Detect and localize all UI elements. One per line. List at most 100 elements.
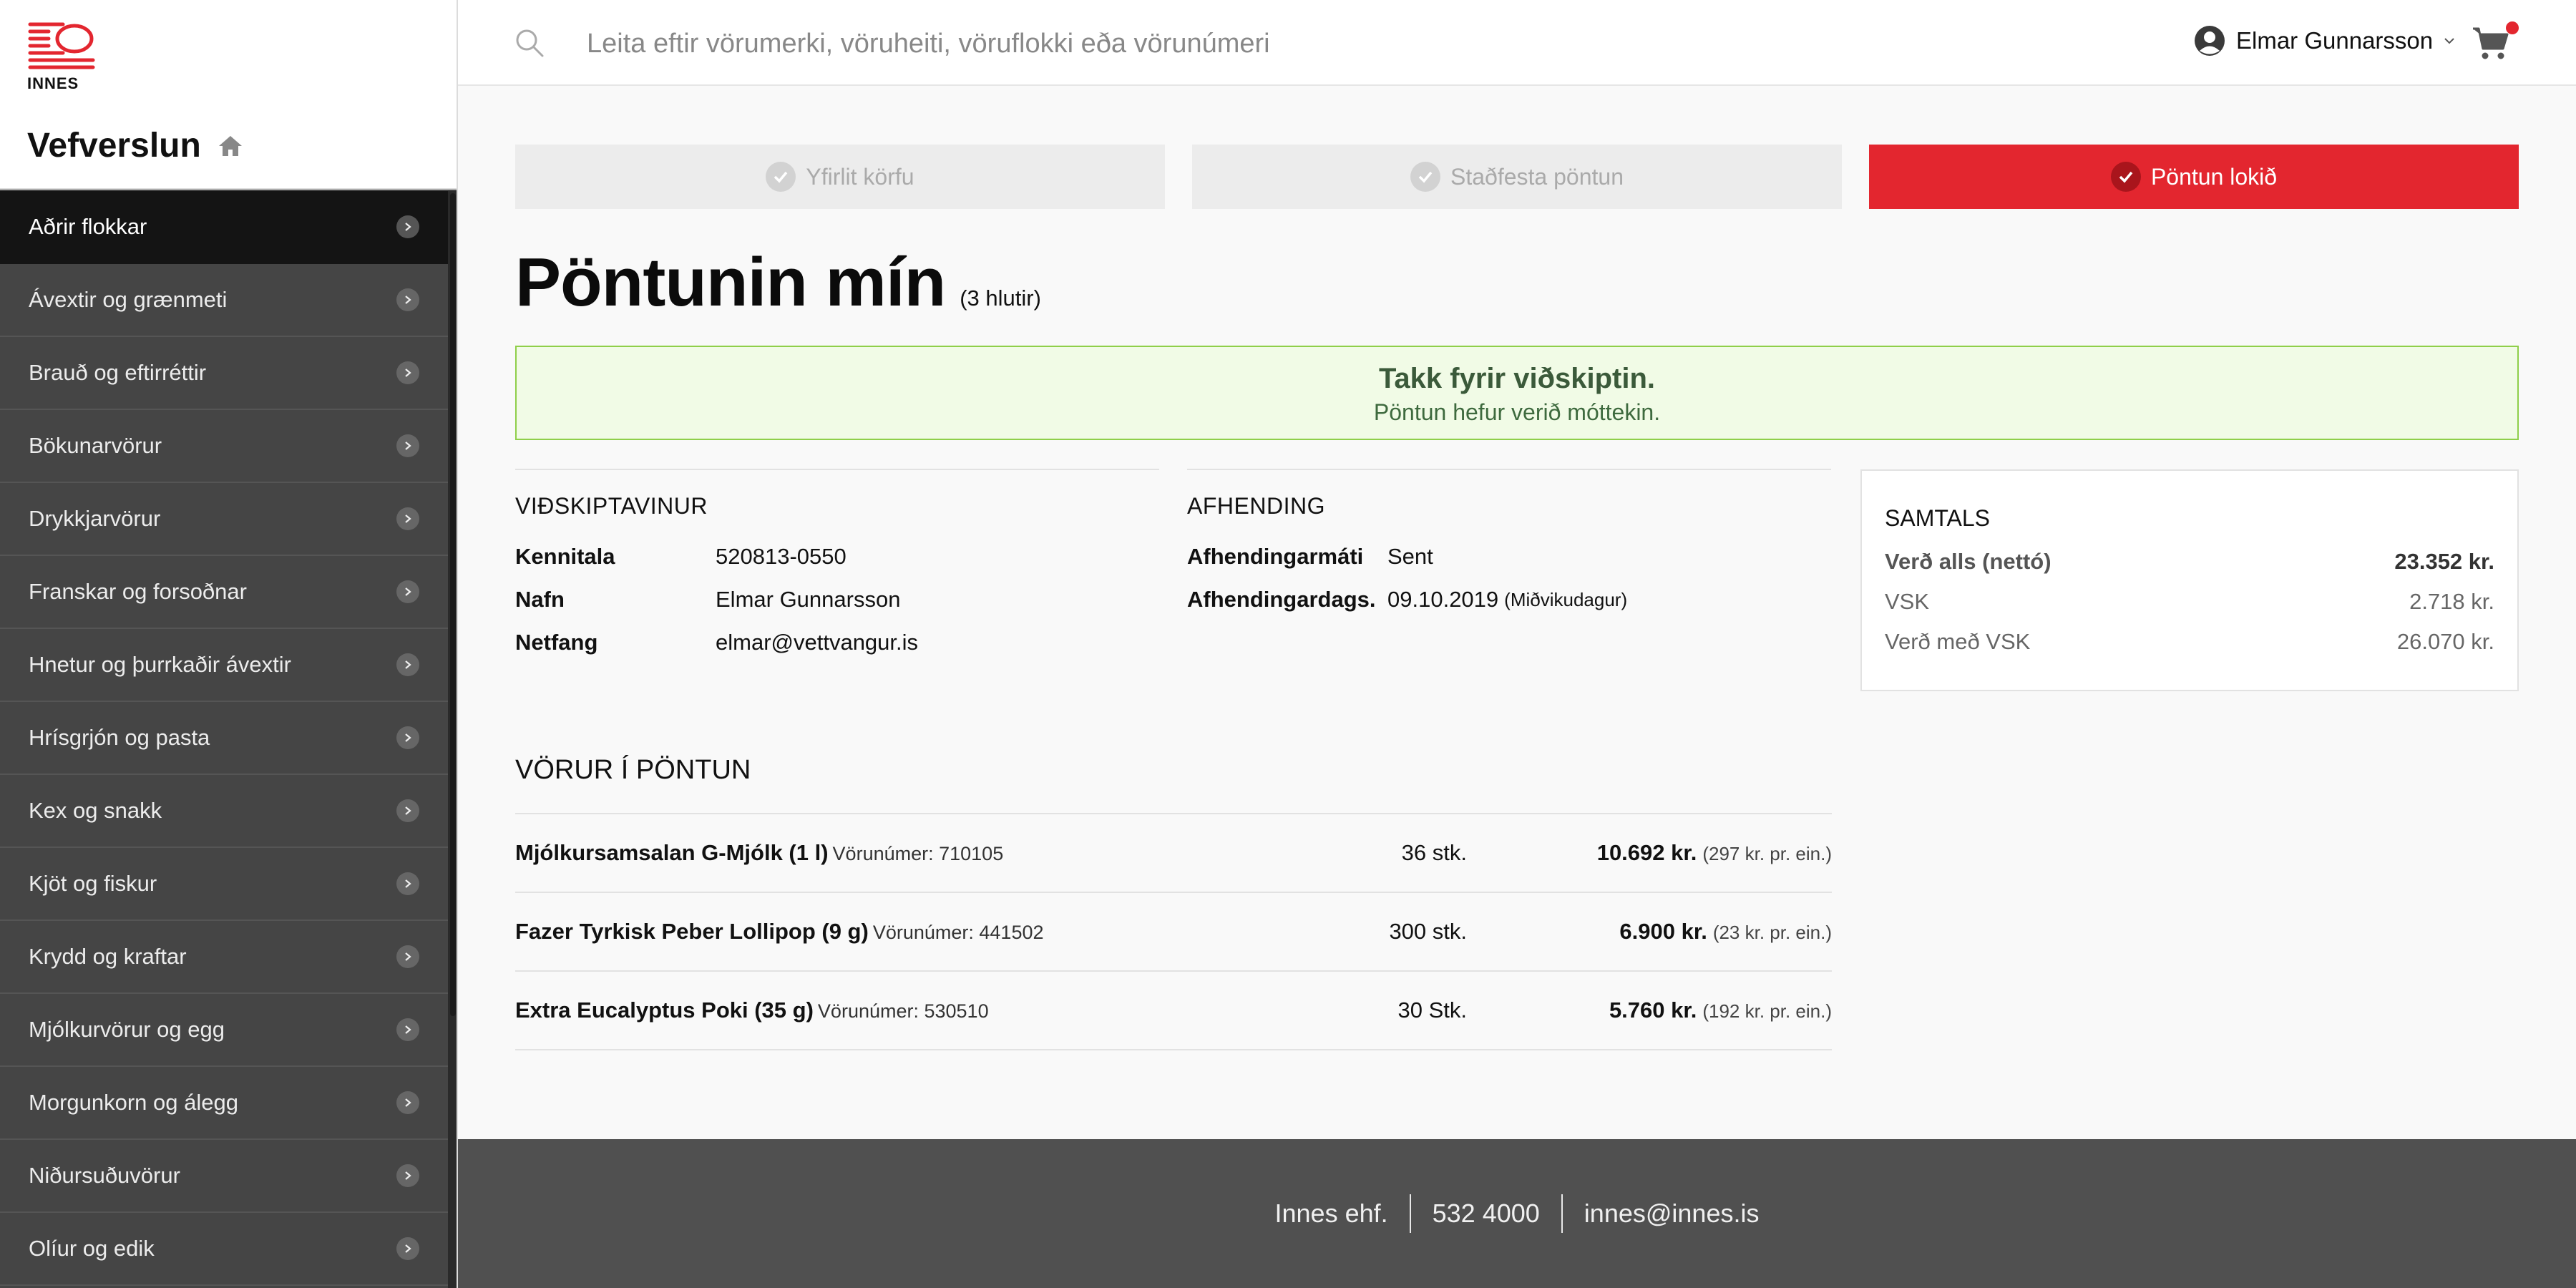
sidebar-category-item[interactable]: Krydd og kraftar — [0, 921, 448, 994]
total-gross-label: Verð með VSK — [1885, 629, 2031, 654]
sidebar-category-item[interactable]: Franskar og forsoðnar — [0, 556, 448, 629]
delivery-info: AFHENDING Afhendingarmáti Sent Afhending… — [1187, 469, 1831, 621]
delivery-date-row: Afhendingardags. 09.10.2019 (Miðvikudagu… — [1187, 578, 1831, 621]
step-cart-overview[interactable]: Yfirlit körfu — [515, 145, 1165, 209]
order-totals: SAMTALS Verð alls (nettó) 23.352 kr. VSK… — [1860, 469, 2519, 691]
delivery-date-day: (Miðvikudagur) — [1504, 588, 1628, 610]
sidebar-category-label: Brauð og eftirréttir — [29, 360, 207, 385]
order-line-sku: Vörunúmer: 710105 — [832, 843, 1004, 864]
chevron-right-icon — [396, 945, 419, 968]
order-line-price: 5.760 kr. (192 kr. pr. ein.) — [1609, 997, 1832, 1023]
sidebar-category-item[interactable]: Mjólkurvörur og egg — [0, 994, 448, 1067]
sidebar-category-item[interactable]: Bökunarvörur — [0, 410, 448, 483]
chevron-right-icon — [396, 580, 419, 603]
success-title: Takk fyrir viðskiptin. — [1378, 363, 1656, 394]
sidebar-scrollbar-thumb[interactable] — [450, 193, 456, 1016]
order-line: Fazer Tyrkisk Peber Lollipop (9 g) Vörunú… — [515, 893, 1832, 972]
order-lines: Mjólkursamsalan G-Mjólk (1 l) Vörunúmer: … — [515, 813, 1832, 1050]
delivery-method-value: Sent — [1387, 544, 1433, 569]
user-menu[interactable]: Elmar Gunnarsson — [2193, 24, 2456, 57]
search-icon[interactable] — [514, 27, 545, 59]
customer-row: Kennitala 520813-0550 — [515, 535, 1159, 578]
chevron-right-icon — [396, 1164, 419, 1187]
footer-company: Innes ehf. — [1274, 1199, 1388, 1228]
check-icon — [766, 162, 796, 192]
order-line-product[interactable]: Fazer Tyrkisk Peber Lollipop (9 g) Vörunú… — [515, 919, 1044, 945]
store-title-text: Vefverslun — [27, 127, 201, 165]
store-title[interactable]: Vefverslun — [27, 126, 244, 165]
order-line-product[interactable]: Mjólkursamsalan G-Mjólk (1 l) Vörunúmer: … — [515, 840, 1003, 866]
sidebar-category-label: Morgunkorn og álegg — [29, 1090, 238, 1115]
user-avatar-icon — [2195, 26, 2225, 56]
sidebar-category-label: Hrísgrjón og pasta — [29, 725, 210, 750]
total-net-row: Verð alls (nettó) 23.352 kr. — [1885, 542, 2494, 582]
footer: Innes ehf. 532 4000 innes@innes.is — [458, 1139, 2576, 1288]
chevron-right-icon — [396, 507, 419, 530]
sidebar-category-item[interactable]: Niðursuðuvörur — [0, 1140, 448, 1213]
delivery-info-title: AFHENDING — [1187, 493, 1325, 519]
sidebar-category-label: Bökunarvörur — [29, 433, 162, 458]
total-gross-row: Verð með VSK 26.070 kr. — [1885, 622, 2494, 662]
sidebar-category-item[interactable]: Brauð og eftirréttir — [0, 337, 448, 410]
order-line-amount: 10.692 kr. — [1596, 840, 1697, 865]
delivery-date-value: 09.10.2019 — [1387, 587, 1499, 612]
innes-logo-icon — [28, 22, 95, 69]
order-line-price: 10.692 kr. (297 kr. pr. ein.) — [1597, 840, 1832, 866]
top-bar: Elmar Gunnarsson — [458, 0, 2576, 86]
footer-email[interactable]: innes@innes.is — [1563, 1199, 1781, 1229]
step-label: Yfirlit körfu — [806, 163, 914, 190]
customer-row-value: 520813-0550 — [716, 544, 847, 569]
sidebar-category-label: Aðrir flokkar — [29, 214, 147, 239]
sidebar-category-item[interactable]: Ávextir og grænmeti — [0, 264, 448, 337]
step-confirm-order[interactable]: Staðfesta pöntun — [1192, 145, 1842, 209]
sidebar-category-label: Kjöt og fiskur — [29, 871, 157, 896]
order-line-price: 6.900 kr. (23 kr. pr. ein.) — [1619, 919, 1832, 945]
order-line-qty: 300 stk. — [1389, 919, 1467, 944]
success-subtitle: Pöntun hefur verið móttekin. — [1373, 399, 1661, 425]
sidebar: INNES Vefverslun Aðrir flokkar Ávextir og… — [0, 0, 458, 1288]
sidebar-category-item[interactable]: Hrísgrjón og pasta — [0, 702, 448, 775]
check-icon — [1410, 162, 1441, 192]
order-line-amount: 6.900 kr. — [1619, 919, 1707, 944]
home-icon[interactable] — [217, 134, 244, 158]
total-net-value: 23.352 kr. — [2394, 549, 2494, 574]
chevron-right-icon — [396, 1237, 419, 1260]
customer-info-title: VIÐSKIPTAVINUR — [515, 493, 708, 519]
sidebar-category-item[interactable]: Aðrir flokkar — [0, 191, 448, 264]
sidebar-category-item[interactable]: Kjöt og fiskur — [0, 848, 448, 921]
order-line-unit-price: (23 kr. pr. ein.) — [1712, 922, 1832, 943]
chevron-right-icon — [396, 1091, 419, 1114]
sidebar-category-item[interactable]: Kex og snakk — [0, 775, 448, 848]
logo-text: INNES — [27, 74, 79, 92]
logo[interactable]: INNES — [27, 20, 99, 93]
delivery-date-label: Afhendingardags. — [1187, 587, 1376, 612]
total-gross-value: 26.070 kr. — [2396, 629, 2494, 654]
customer-row-label: Nafn — [515, 587, 565, 612]
step-order-complete[interactable]: Pöntun lokið — [1869, 145, 2519, 209]
order-line-amount: 5.760 kr. — [1609, 997, 1697, 1023]
search-input[interactable] — [587, 21, 1732, 66]
user-name: Elmar Gunnarsson — [2236, 27, 2434, 54]
order-line-unit-price: (192 kr. pr. ein.) — [1702, 1000, 1832, 1022]
sidebar-category-item[interactable]: Hnetur og þurrkaðir ávextir — [0, 629, 448, 702]
sidebar-category-label: Krydd og kraftar — [29, 944, 187, 969]
page-title: Pöntunin mín (3 hlutir) — [515, 243, 1041, 322]
customer-row: Netfang elmar@vettvangur.is — [515, 621, 1159, 664]
order-line: Extra Eucalyptus Poki (35 g) Vörunúmer: 5… — [515, 972, 1832, 1050]
order-line-product[interactable]: Extra Eucalyptus Poki (35 g) Vörunúmer: 5… — [515, 997, 989, 1023]
total-vat-label: VSK — [1885, 589, 1930, 614]
page-title-text: Pöntunin mín — [515, 244, 946, 321]
chevron-right-icon — [396, 288, 419, 311]
sidebar-category-item[interactable]: Morgunkorn og álegg — [0, 1067, 448, 1140]
order-line-name: Extra Eucalyptus Poki (35 g) — [515, 997, 814, 1023]
order-line-sku: Vörunúmer: 530510 — [817, 1000, 989, 1022]
order-line-qty: 36 stk. — [1401, 840, 1467, 865]
sidebar-category-item[interactable]: Drykkjarvörur — [0, 483, 448, 556]
order-line-sku: Vörunúmer: 441502 — [872, 922, 1044, 943]
customer-row-value: elmar@vettvangur.is — [716, 630, 919, 655]
cart-icon[interactable] — [2470, 23, 2510, 63]
sidebar-category-item[interactable]: Olíur og edik — [0, 1213, 448, 1286]
footer-phone[interactable]: 532 4000 — [1411, 1199, 1561, 1229]
customer-row-value: Elmar Gunnarsson — [716, 587, 901, 612]
sidebar-category-label: Drykkjarvörur — [29, 506, 161, 531]
